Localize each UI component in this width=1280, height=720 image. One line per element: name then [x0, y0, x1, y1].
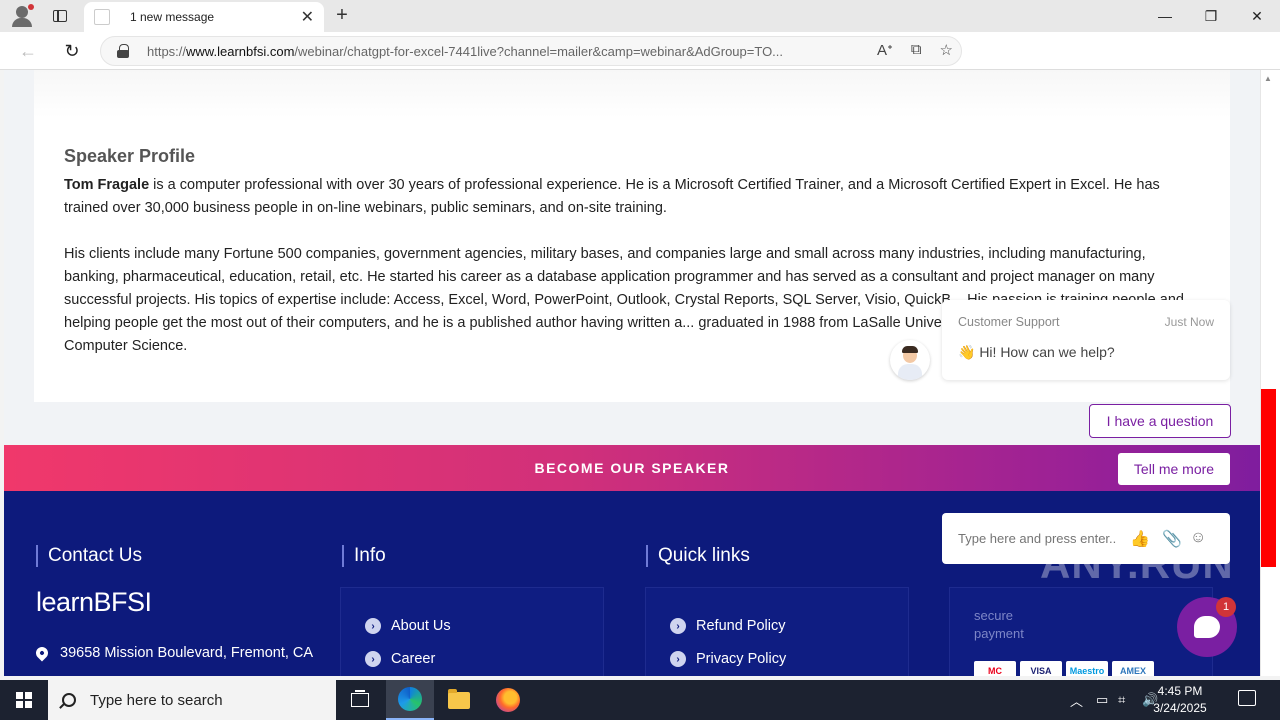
taskbar-search[interactable]: Type here to search: [48, 680, 336, 720]
career-link[interactable]: › Career: [365, 651, 435, 667]
window-close-icon[interactable]: ✕: [1234, 0, 1280, 32]
browser-tab[interactable]: 1 new message ✕: [84, 2, 324, 32]
profile-icon[interactable]: [0, 0, 34, 32]
notification-center-icon[interactable]: [1238, 690, 1256, 706]
url-text: https://www.learnbfsi.com/webinar/chatgp…: [147, 43, 784, 59]
firefox-icon[interactable]: [484, 680, 532, 720]
new-tab-icon[interactable]: +: [330, 4, 354, 28]
visa-icon: VISA: [1020, 661, 1062, 676]
minimize-icon[interactable]: —: [1142, 0, 1188, 32]
refund-policy-link[interactable]: › Refund Policy: [670, 618, 785, 634]
speaker-bio-paragraph-1: Tom Fragale is a computer professional w…: [64, 177, 1160, 216]
contact-us-heading: Contact Us: [36, 545, 142, 567]
arrow-right-icon: ›: [365, 651, 381, 667]
tab-title: 1 new message: [130, 10, 215, 24]
chat-notification-badge: 1: [1216, 597, 1236, 617]
chat-message-text: 👋 Hi! How can we help?: [958, 344, 1115, 360]
browser-title-bar: 1 new message ✕ + — ❐ ✕: [0, 0, 1280, 32]
chat-sender: Customer Support: [958, 315, 1060, 329]
lock-icon[interactable]: [117, 44, 129, 58]
favorite-star-icon[interactable]: ☆: [940, 41, 953, 59]
address-bar[interactable]: https://www.learnbfsi.com/webinar/chatgp…: [100, 36, 962, 66]
tray-chevron-icon[interactable]: ︿: [1070, 680, 1083, 720]
quick-links-heading: Quick links: [646, 545, 750, 567]
search-icon: [62, 693, 76, 707]
address: 39658 Mission Boulevard, Fremont, CA: [33, 644, 313, 662]
chat-icon: [1194, 616, 1220, 638]
windows-logo-icon: [16, 692, 32, 708]
windows-taskbar: Type here to search ︿ ▭ ⌗ 🔊 4:45 PM 3/24…: [0, 680, 1280, 720]
amex-icon: AMEX: [1112, 661, 1154, 676]
mastercard-icon: MC: [974, 661, 1016, 676]
task-view-icon[interactable]: [336, 680, 384, 720]
back-arrow-icon[interactable]: ←: [8, 32, 48, 70]
learnbfsi-logo[interactable]: learnBFSI: [36, 587, 152, 618]
info-heading: Info: [342, 545, 386, 567]
payment-cards: MC VISA Maestro AMEX: [974, 661, 1154, 676]
support-agent-avatar: [890, 340, 930, 380]
clock-time: 4:45 PM: [1157, 684, 1203, 698]
scrollbar-thumb[interactable]: [1261, 389, 1276, 567]
secure-payment-label: secure payment: [974, 608, 1024, 641]
privacy-policy-link[interactable]: › Privacy Policy: [670, 651, 786, 667]
arrow-right-icon: ›: [365, 618, 381, 634]
immersive-reader-icon[interactable]: ⧉: [911, 41, 922, 59]
i-have-a-question-button[interactable]: I have a question: [1089, 404, 1231, 438]
quick-links-box: › Refund Policy › Privacy Policy: [645, 587, 909, 676]
page-scrollbar[interactable]: [1260, 70, 1280, 676]
maestro-icon: Maestro: [1066, 661, 1108, 676]
network-icon[interactable]: ⌗: [1118, 680, 1125, 720]
navigation-bar: ← ↻ https://www.learnbfsi.com/webinar/ch…: [0, 32, 1280, 92]
file-explorer-icon[interactable]: [435, 680, 483, 720]
banner-text: BECOME OUR SPEAKER: [534, 460, 730, 476]
start-button[interactable]: [0, 680, 48, 720]
refresh-icon[interactable]: ↻: [52, 32, 92, 70]
scroll-up-icon[interactable]: ▲: [1264, 74, 1272, 83]
speaker-name: Tom Fragale: [64, 177, 150, 193]
tab-actions-icon[interactable]: [40, 0, 80, 32]
clock-date: 3/24/2025: [1153, 701, 1207, 715]
maximize-icon[interactable]: ❐: [1188, 0, 1234, 32]
speaker-profile-heading: Speaker Profile: [64, 146, 196, 166]
chat-message-bubble[interactable]: Customer Support Just Now 👋 Hi! How can …: [942, 300, 1230, 380]
tell-me-more-button[interactable]: Tell me more: [1118, 453, 1230, 485]
device-icon[interactable]: ▭: [1096, 680, 1108, 720]
edge-taskbar-icon[interactable]: [386, 680, 434, 720]
read-aloud-icon[interactable]: Aᐩ: [877, 41, 893, 59]
info-links-box: › About Us › Career: [340, 587, 604, 676]
about-us-link[interactable]: › About Us: [365, 618, 451, 634]
chat-timestamp: Just Now: [1164, 315, 1214, 329]
tab-favicon-icon: [94, 9, 110, 25]
tab-close-icon[interactable]: ✕: [301, 7, 314, 27]
become-speaker-banner: BECOME OUR SPEAKER Tell me more: [4, 445, 1260, 491]
arrow-right-icon: ›: [670, 651, 686, 667]
arrow-right-icon: ›: [670, 618, 686, 634]
watermark: ANY.RUN: [1040, 540, 1234, 587]
taskbar-clock[interactable]: 4:45 PM 3/24/2025: [1140, 683, 1220, 717]
location-pin-icon: [33, 644, 51, 662]
taskbar-search-placeholder: Type here to search: [90, 691, 223, 709]
